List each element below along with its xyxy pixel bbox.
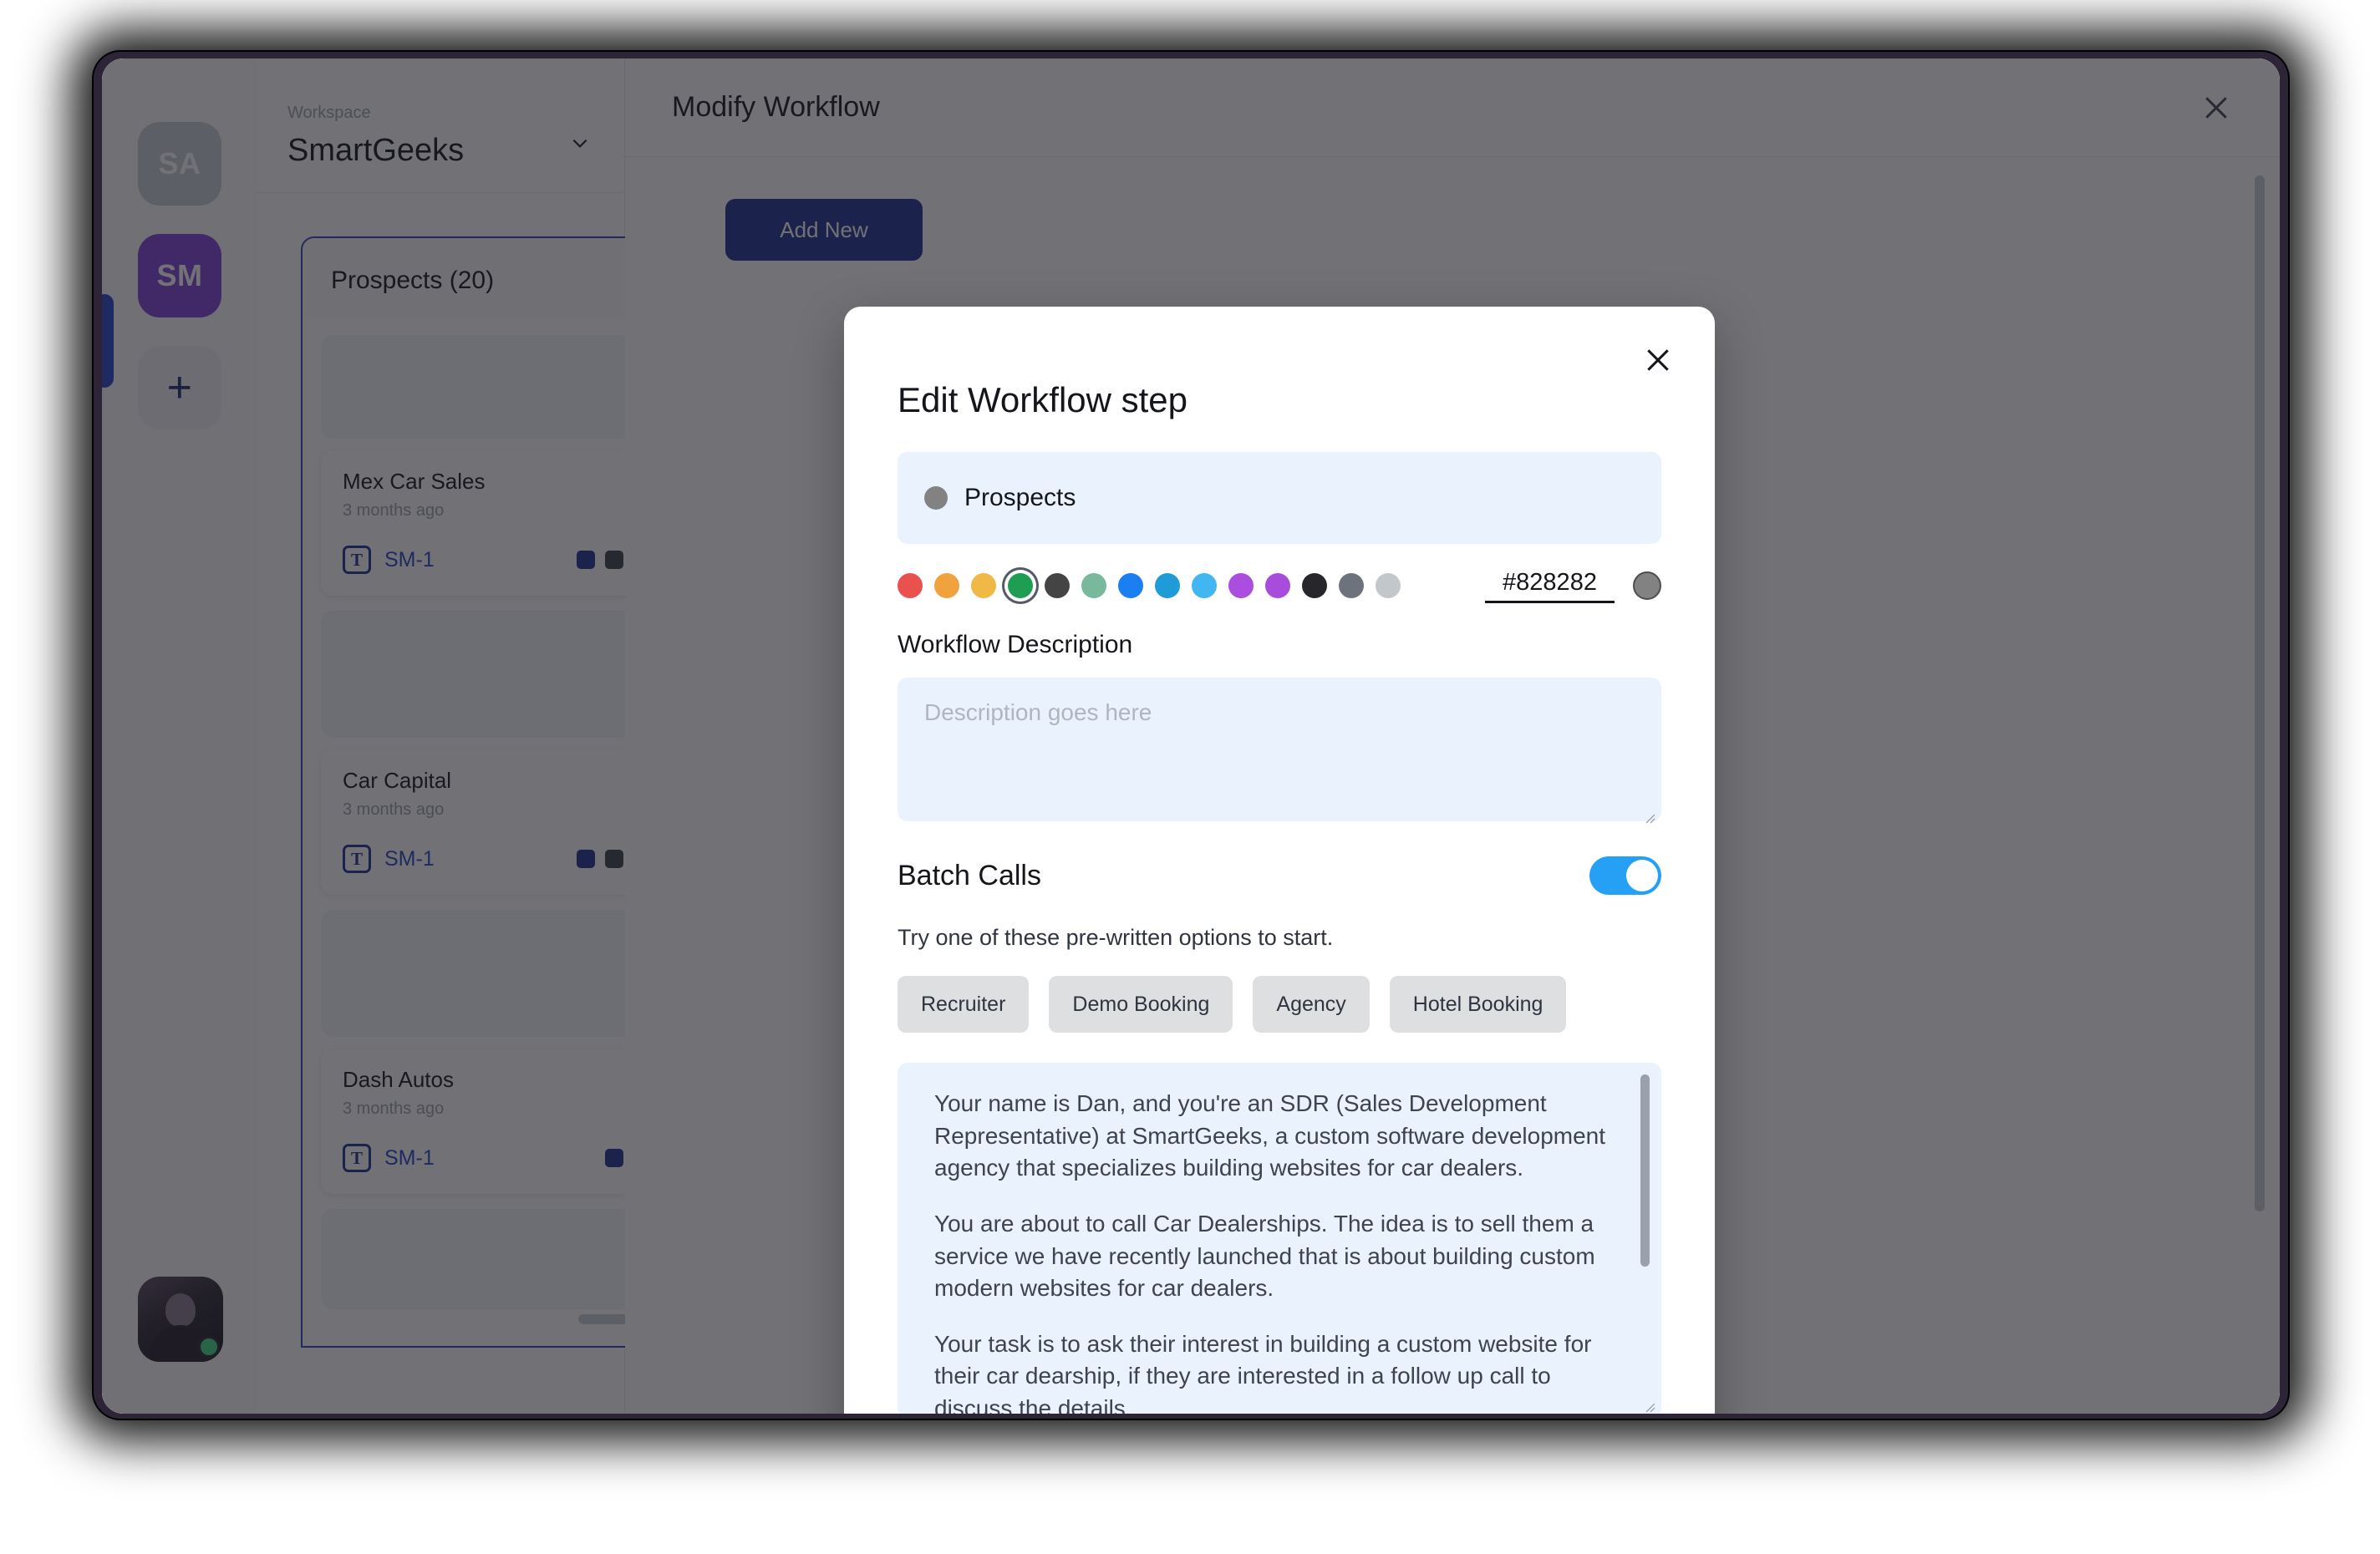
description-placeholder: Description goes here	[924, 699, 1152, 725]
color-swatch-orange[interactable]	[934, 573, 959, 598]
device-screen: SA SM + Workspace SmartGeeks	[102, 58, 2280, 1414]
batch-calls-label: Batch Calls	[898, 859, 1041, 891]
preset-hint: Try one of these pre-written options to …	[898, 925, 1334, 950]
color-swatch-purple[interactable]	[1228, 573, 1254, 598]
edit-workflow-step-modal: Edit Workflow step Prospects #828282 Wor…	[844, 307, 1715, 1414]
batch-calls-toggle[interactable]	[1589, 856, 1661, 895]
step-name-input[interactable]: Prospects	[898, 452, 1661, 544]
preset-options-row: Recruiter Demo Booking Agency Hotel Book…	[898, 976, 1661, 1033]
hex-color-preview	[1633, 571, 1661, 600]
color-swatch-green[interactable]	[1008, 573, 1033, 598]
prompt-paragraph: You are about to call Car Dealerships. T…	[934, 1210, 1595, 1302]
preset-option-demo-booking[interactable]: Demo Booking	[1049, 976, 1233, 1033]
preset-option-recruiter[interactable]: Recruiter	[898, 976, 1030, 1033]
toggle-knob	[1626, 860, 1658, 891]
hex-color-control: #828282	[1485, 569, 1661, 603]
step-color-dot	[924, 486, 948, 510]
color-swatch-violet[interactable]	[1265, 573, 1290, 598]
color-swatch-red[interactable]	[898, 573, 923, 598]
color-swatch-lightblue[interactable]	[1192, 573, 1217, 598]
preset-option-label: Demo Booking	[1072, 992, 1210, 1016]
resize-grip-icon[interactable]	[1642, 1399, 1655, 1413]
color-swatch-darkgray[interactable]	[1045, 573, 1070, 598]
screenshot-root: SA SM + Workspace SmartGeeks	[0, 0, 2380, 1554]
preset-option-label: Recruiter	[921, 992, 1006, 1016]
step-name-value: Prospects	[964, 484, 1076, 511]
hex-color-input[interactable]: #828282	[1485, 569, 1615, 603]
color-swatch-cyan[interactable]	[1155, 573, 1180, 598]
modal-title: Edit Workflow step	[898, 380, 1188, 419]
preset-option-hotel-booking[interactable]: Hotel Booking	[1389, 976, 1567, 1033]
color-swatch-black[interactable]	[1302, 573, 1327, 598]
preset-option-label: Hotel Booking	[1412, 992, 1543, 1016]
color-swatch-amber[interactable]	[971, 573, 996, 598]
resize-grip-icon[interactable]	[1642, 803, 1655, 824]
prompt-paragraph: Your task is to ask their interest in bu…	[934, 1330, 1592, 1414]
description-label: Workflow Description	[898, 631, 1133, 658]
prompt-scrollbar[interactable]	[1640, 1074, 1650, 1267]
prompt-textarea[interactable]: Your name is Dan, and you're an SDR (Sal…	[898, 1063, 1661, 1414]
color-swatch-lightgray[interactable]	[1376, 573, 1401, 598]
color-palette: #828282	[898, 566, 1661, 606]
prompt-paragraph: Your name is Dan, and you're an SDR (Sal…	[934, 1090, 1606, 1181]
color-swatch-blue[interactable]	[1118, 573, 1143, 598]
color-swatch-gray[interactable]	[1339, 573, 1364, 598]
batch-calls-row: Batch Calls	[898, 856, 1661, 895]
modal-close-icon[interactable]	[1641, 343, 1675, 377]
description-textarea[interactable]: Description goes here	[898, 678, 1661, 824]
preset-option-label: Agency	[1276, 992, 1346, 1016]
color-swatch-sage[interactable]	[1081, 573, 1106, 598]
preset-option-agency[interactable]: Agency	[1253, 976, 1370, 1033]
